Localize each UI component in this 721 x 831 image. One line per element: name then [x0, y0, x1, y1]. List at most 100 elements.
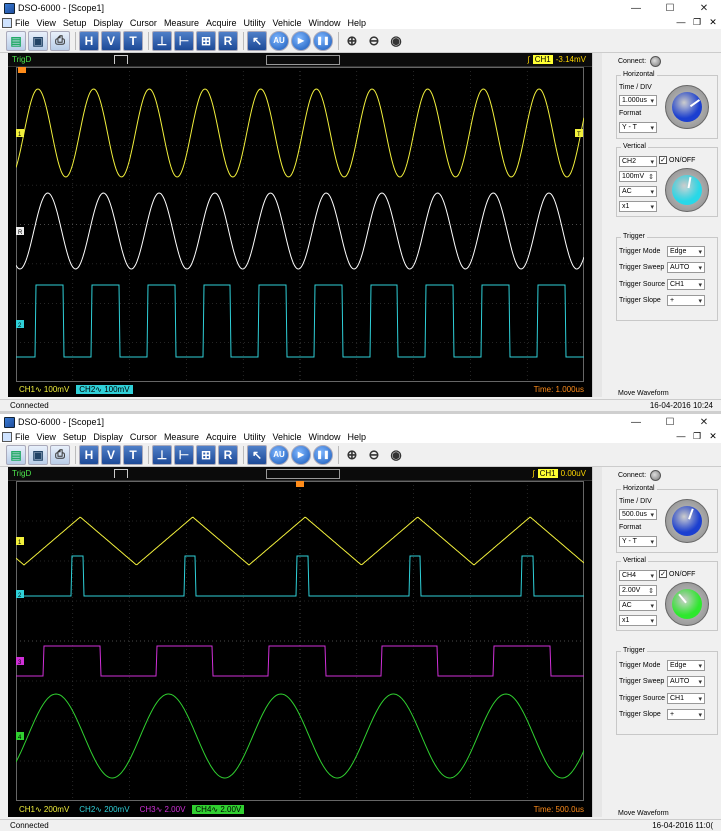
open-icon[interactable]: ▤ [6, 444, 26, 465]
trigger-source-select[interactable]: CH1 [667, 693, 705, 704]
time-div-knob[interactable] [665, 499, 709, 543]
trigger-sweep-select[interactable]: AUTO [667, 676, 705, 687]
channel-onoff-checkbox[interactable]: ✓ ON/OFF [659, 570, 695, 578]
minimize-icon[interactable]: — [619, 417, 653, 428]
menu-file[interactable]: File [15, 18, 30, 28]
menu-view[interactable]: View [37, 18, 56, 28]
run-r-button[interactable]: R [218, 30, 238, 51]
close-icon[interactable]: ✕ [687, 417, 721, 428]
menu-file[interactable]: File [15, 432, 30, 442]
mdi-restore-icon[interactable]: ❐ [689, 431, 705, 442]
menu-acquire[interactable]: Acquire [206, 18, 237, 28]
measure-icon[interactable]: ⊢ [174, 30, 194, 51]
close-icon[interactable]: ✕ [687, 3, 721, 14]
menu-help[interactable]: Help [348, 18, 367, 28]
mdi-restore-icon[interactable]: ❐ [689, 17, 705, 28]
open-icon[interactable]: ▤ [6, 30, 26, 51]
screenshot-icon[interactable]: ◉ [386, 31, 406, 51]
channel-onoff-checkbox[interactable]: ✓ ON/OFF [659, 156, 695, 164]
cursor-icon[interactable]: ⊥ [152, 444, 172, 465]
menu-cursor[interactable]: Cursor [130, 18, 157, 28]
auto-icon[interactable]: AU [269, 444, 289, 465]
cursor-icon[interactable]: ⊥ [152, 30, 172, 51]
format-select[interactable]: Y - T [619, 536, 657, 547]
maximize-icon[interactable]: ☐ [653, 417, 687, 428]
time-div-select[interactable]: 1.000us [619, 95, 657, 106]
print-icon[interactable]: ⎙ [50, 444, 70, 465]
run-icon[interactable]: ▶ [291, 444, 311, 465]
menu-utility[interactable]: Utility [243, 432, 265, 442]
vertical-v-button[interactable]: V [101, 30, 121, 51]
menu-utility[interactable]: Utility [243, 18, 265, 28]
document-icon[interactable] [2, 431, 12, 442]
waveform-overview[interactable] [266, 469, 340, 479]
menu-measure[interactable]: Measure [164, 432, 199, 442]
minimize-icon[interactable]: — [619, 3, 653, 14]
horizontal-h-button[interactable]: H [79, 30, 99, 51]
acquire-icon[interactable]: ⊞ [196, 444, 216, 465]
document-icon[interactable] [2, 17, 12, 28]
menu-acquire[interactable]: Acquire [206, 432, 237, 442]
screenshot-icon[interactable]: ◉ [386, 445, 406, 465]
trigger-t-button[interactable]: T [123, 30, 143, 51]
trigger-t-button[interactable]: T [123, 444, 143, 465]
volts-div-stepper[interactable]: 100mV [619, 171, 657, 182]
scope-scrollbar[interactable] [592, 53, 602, 397]
format-select[interactable]: Y - T [619, 122, 657, 133]
trigger-mode-select[interactable]: Edge [667, 660, 705, 671]
save-icon[interactable]: ▣ [28, 444, 48, 465]
mdi-close-icon[interactable]: ✕ [705, 17, 721, 28]
acquire-icon[interactable]: ⊞ [196, 30, 216, 51]
time-div-select[interactable]: 500.0us [619, 509, 657, 520]
menu-measure[interactable]: Measure [164, 18, 199, 28]
trigger-slope-select[interactable]: + [667, 295, 705, 306]
trigger-slope-select[interactable]: + [667, 709, 705, 720]
menu-window[interactable]: Window [309, 18, 341, 28]
coupling-select[interactable]: AC [619, 600, 657, 611]
zoom-out-icon[interactable]: ⊖ [364, 31, 384, 51]
channel-select[interactable]: CH2 [619, 156, 657, 167]
volts-div-stepper[interactable]: 2.00V [619, 585, 657, 596]
menu-vehicle[interactable]: Vehicle [272, 432, 301, 442]
print-icon[interactable]: ⎙ [50, 30, 70, 51]
menu-display[interactable]: Display [93, 18, 123, 28]
zoom-in-icon[interactable]: ⊕ [342, 31, 362, 51]
run-icon[interactable]: ▶ [291, 30, 311, 51]
pause-icon[interactable]: ❚❚ [313, 30, 333, 51]
waveform-overview[interactable] [266, 55, 340, 65]
trigger-mode-select[interactable]: Edge [667, 246, 705, 257]
scope-display[interactable]: TrigD ∫ CH1 -3.14mV 1R2T CH1∿ 100mV CH2∿… [8, 53, 592, 397]
pointer-icon[interactable]: ↖ [247, 444, 267, 465]
scope-scrollbar[interactable] [592, 467, 602, 817]
menu-vehicle[interactable]: Vehicle [272, 18, 301, 28]
zoom-in-icon[interactable]: ⊕ [342, 445, 362, 465]
measure-icon[interactable]: ⊢ [174, 444, 194, 465]
channel-select[interactable]: CH4 [619, 570, 657, 581]
waveform-plot[interactable]: 1R2T [16, 67, 584, 382]
maximize-icon[interactable]: ☐ [653, 3, 687, 14]
connect-indicator-icon[interactable] [650, 56, 662, 67]
time-div-knob[interactable] [665, 85, 709, 129]
probe-select[interactable]: x1 [619, 615, 657, 626]
trigger-source-select[interactable]: CH1 [667, 279, 705, 290]
trigger-sweep-select[interactable]: AUTO [667, 262, 705, 273]
probe-select[interactable]: x1 [619, 201, 657, 212]
menu-window[interactable]: Window [309, 432, 341, 442]
waveform-plot[interactable]: 1234 [16, 481, 584, 801]
mdi-minimize-icon[interactable]: — [673, 17, 689, 28]
menu-view[interactable]: View [37, 432, 56, 442]
menu-setup[interactable]: Setup [63, 432, 87, 442]
menu-display[interactable]: Display [93, 432, 123, 442]
menu-cursor[interactable]: Cursor [130, 432, 157, 442]
volts-div-knob[interactable] [665, 582, 709, 626]
pointer-icon[interactable]: ↖ [247, 30, 267, 51]
coupling-select[interactable]: AC [619, 186, 657, 197]
volts-div-knob[interactable] [665, 168, 709, 212]
horizontal-h-button[interactable]: H [79, 444, 99, 465]
run-r-button[interactable]: R [218, 444, 238, 465]
menu-setup[interactable]: Setup [63, 18, 87, 28]
vertical-v-button[interactable]: V [101, 444, 121, 465]
pause-icon[interactable]: ❚❚ [313, 444, 333, 465]
menu-help[interactable]: Help [348, 432, 367, 442]
auto-icon[interactable]: AU [269, 30, 289, 51]
